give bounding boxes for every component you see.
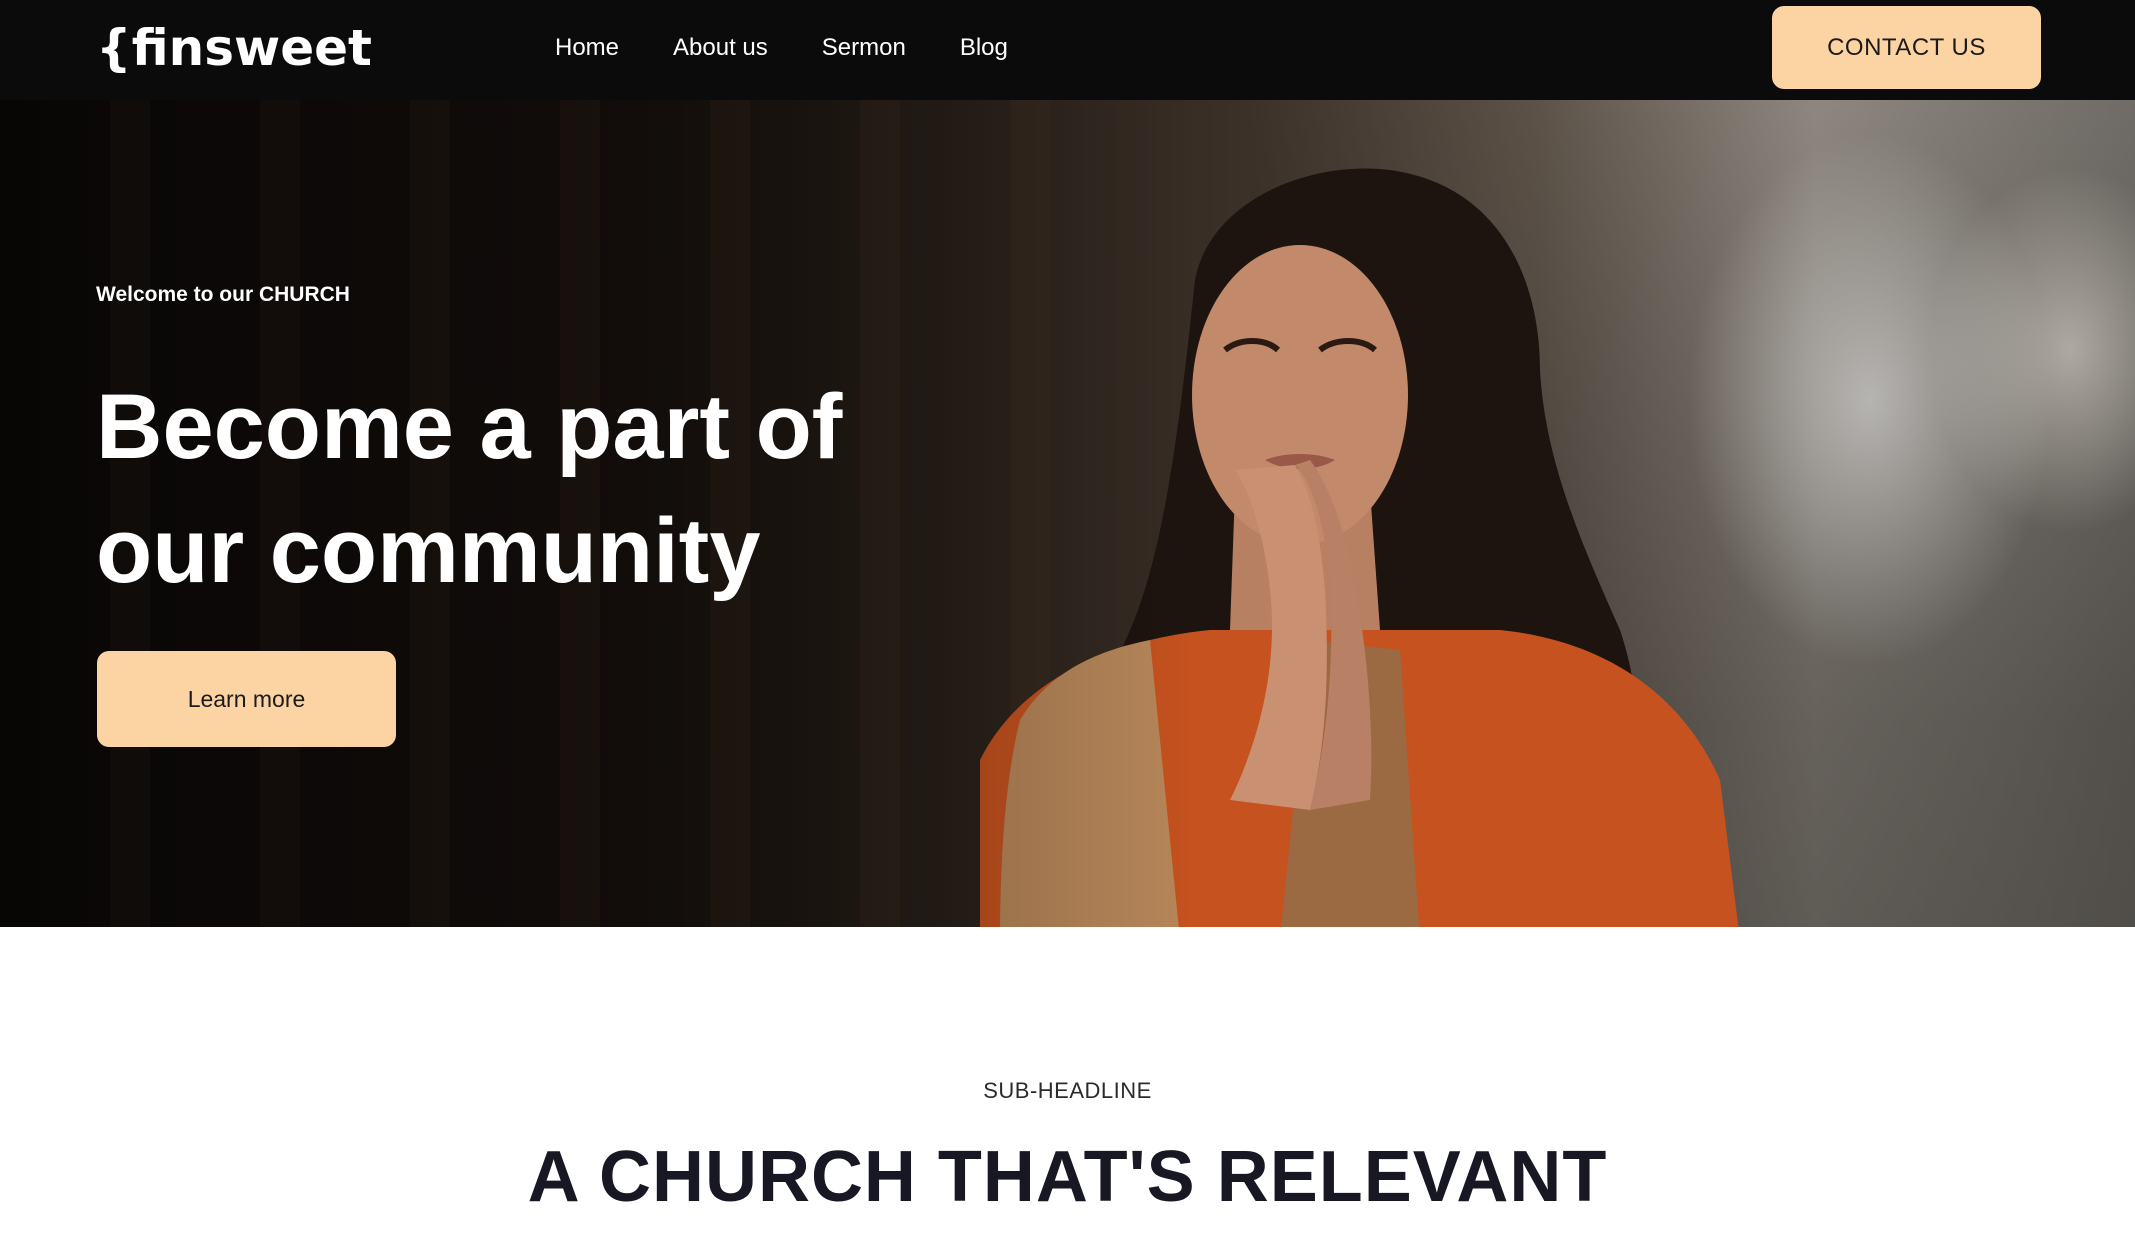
brand-logo[interactable]: {finsweet xyxy=(96,18,372,78)
learn-more-button[interactable]: Learn more xyxy=(97,651,396,747)
nav-link-blog[interactable]: Blog xyxy=(960,28,1008,68)
hero-eyebrow: Welcome to our CHURCH xyxy=(96,283,350,306)
section-sub-headline: SUB-HEADLINE xyxy=(983,1078,1152,1103)
nav-link-sermon[interactable]: Sermon xyxy=(822,28,906,68)
main-nav: Home About us Sermon Blog xyxy=(555,28,1008,68)
hero-section: Welcome to our CHURCH Become a part of o… xyxy=(0,100,2135,927)
nav-link-about-us[interactable]: About us xyxy=(673,28,768,68)
hero-title: Become a part of our community xyxy=(96,376,843,602)
nav-link-home[interactable]: Home xyxy=(555,28,619,68)
contact-us-button[interactable]: CONTACT US xyxy=(1772,6,2041,89)
top-navbar: {finsweet Home About us Sermon Blog CONT… xyxy=(0,0,2135,100)
section-title: A CHURCH THAT'S RELEVANT xyxy=(527,1137,1608,1217)
